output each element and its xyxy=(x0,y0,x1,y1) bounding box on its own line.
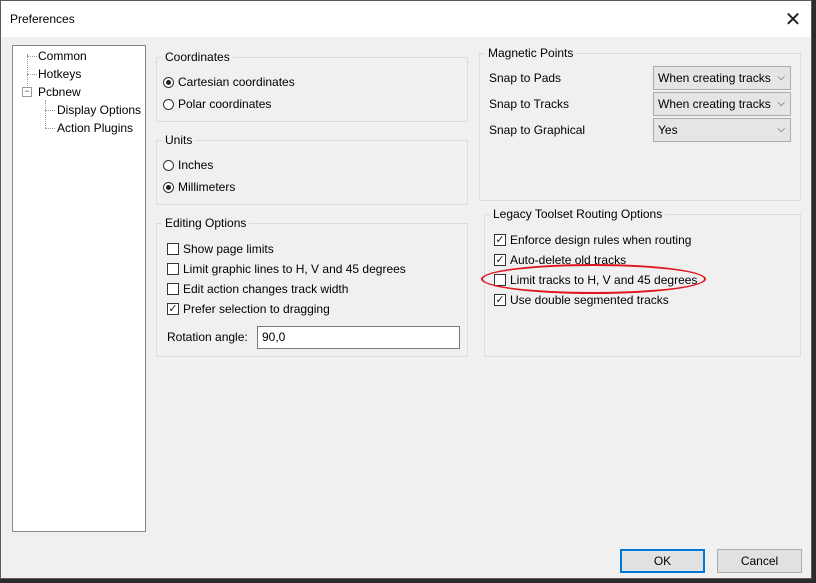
cartesian-label: Cartesian coordinates xyxy=(178,75,295,89)
tree-connector xyxy=(45,110,55,111)
coordinates-title: Coordinates xyxy=(162,49,233,65)
preferences-dialog: Preferences ✕ − Common Hotkeys Pcbnew Di… xyxy=(0,0,812,579)
snap-to-graphical-select[interactable]: Yes ⌵ xyxy=(653,118,791,142)
inches-radio[interactable]: Inches xyxy=(163,156,213,174)
chevron-down-icon: ⌵ xyxy=(777,98,785,109)
tree-connector xyxy=(27,74,37,75)
snap-to-graphical-label: Snap to Graphical xyxy=(489,123,586,137)
units-title: Units xyxy=(162,132,196,148)
enforce-design-rules-checkbox[interactable]: ✓ Enforce design rules when routing xyxy=(494,231,691,249)
snap-to-tracks-value: When creating tracks xyxy=(658,97,771,111)
close-icon[interactable]: ✕ xyxy=(775,1,811,37)
checkbox-unchecked-icon xyxy=(167,243,179,255)
ok-button[interactable]: OK xyxy=(620,549,705,573)
radio-selected-icon xyxy=(163,181,174,193)
chevron-down-icon: ⌵ xyxy=(777,72,785,83)
edit-action-changes-width-checkbox[interactable]: Edit action changes track width xyxy=(167,280,348,298)
units-group: Units Inches Millimeters xyxy=(156,132,468,205)
snap-to-pads-value: When creating tracks xyxy=(658,71,771,85)
checkbox-checked-icon: ✓ xyxy=(494,254,506,266)
radio-unselected-icon xyxy=(163,98,174,110)
chevron-down-icon: ⌵ xyxy=(777,124,785,135)
radio-selected-icon xyxy=(163,76,174,88)
show-page-limits-label: Show page limits xyxy=(183,242,274,256)
coordinates-group: Coordinates Cartesian coordinates Polar … xyxy=(156,49,468,122)
snap-to-tracks-select[interactable]: When creating tracks ⌵ xyxy=(653,92,791,116)
tree-item-action-plugins[interactable]: Action Plugins xyxy=(57,120,133,136)
polar-label: Polar coordinates xyxy=(178,97,272,111)
polar-radio[interactable]: Polar coordinates xyxy=(163,95,271,113)
snap-to-graphical-value: Yes xyxy=(658,123,678,137)
checkbox-unchecked-icon xyxy=(167,283,179,295)
snap-to-pads-label: Snap to Pads xyxy=(489,71,562,85)
tree-connector xyxy=(45,100,46,128)
prefer-selection-checkbox[interactable]: ✓ Prefer selection to dragging xyxy=(167,300,330,318)
checkbox-checked-icon: ✓ xyxy=(494,294,506,306)
window-title: Preferences xyxy=(10,12,75,26)
rotation-angle-label: Rotation angle: xyxy=(167,330,248,344)
checkbox-checked-icon: ✓ xyxy=(167,303,179,315)
magnetic-points-group: Magnetic Points Snap to Pads When creati… xyxy=(479,45,801,201)
magnetic-points-title: Magnetic Points xyxy=(485,45,577,61)
edit-action-label: Edit action changes track width xyxy=(183,282,349,296)
cancel-button[interactable]: Cancel xyxy=(717,549,802,573)
tree-connector xyxy=(45,128,55,129)
radio-unselected-icon xyxy=(163,159,174,171)
annotation-ellipse xyxy=(481,264,706,294)
editing-options-group: Editing Options Show page limits Limit g… xyxy=(156,215,468,357)
tree-item-hotkeys[interactable]: Hotkeys xyxy=(38,66,81,82)
tree-item-display-options[interactable]: Display Options xyxy=(57,102,141,118)
prefer-selection-label: Prefer selection to dragging xyxy=(183,302,330,316)
legacy-routing-title: Legacy Toolset Routing Options xyxy=(490,206,666,222)
background-app-strip xyxy=(812,0,816,583)
limit-graphic-lines-label: Limit graphic lines to H, V and 45 degre… xyxy=(183,262,406,276)
title-bar[interactable]: Preferences ✕ xyxy=(1,1,811,37)
enforce-design-rules-label: Enforce design rules when routing xyxy=(510,233,692,247)
double-segmented-label: Use double segmented tracks xyxy=(510,293,669,307)
checkbox-checked-icon: ✓ xyxy=(494,234,506,246)
tree-item-common[interactable]: Common xyxy=(38,48,87,64)
background-app-strip-bottom xyxy=(0,579,816,583)
snap-to-pads-select[interactable]: When creating tracks ⌵ xyxy=(653,66,791,90)
tree-item-pcbnew[interactable]: Pcbnew xyxy=(38,84,81,100)
inches-label: Inches xyxy=(178,158,214,172)
rotation-angle-input[interactable]: 90,0 xyxy=(257,326,460,349)
cartesian-radio[interactable]: Cartesian coordinates xyxy=(163,73,295,91)
millimeters-radio[interactable]: Millimeters xyxy=(163,178,235,196)
limit-graphic-lines-checkbox[interactable]: Limit graphic lines to H, V and 45 degre… xyxy=(167,260,406,278)
tree-connector xyxy=(27,56,37,57)
show-page-limits-checkbox[interactable]: Show page limits xyxy=(167,240,274,258)
preferences-tree[interactable]: − Common Hotkeys Pcbnew Display Options … xyxy=(12,45,146,532)
millimeters-label: Millimeters xyxy=(178,180,236,194)
editing-options-title: Editing Options xyxy=(162,215,250,231)
checkbox-unchecked-icon xyxy=(167,263,179,275)
collapse-icon[interactable]: − xyxy=(22,87,32,97)
snap-to-tracks-label: Snap to Tracks xyxy=(489,97,570,111)
